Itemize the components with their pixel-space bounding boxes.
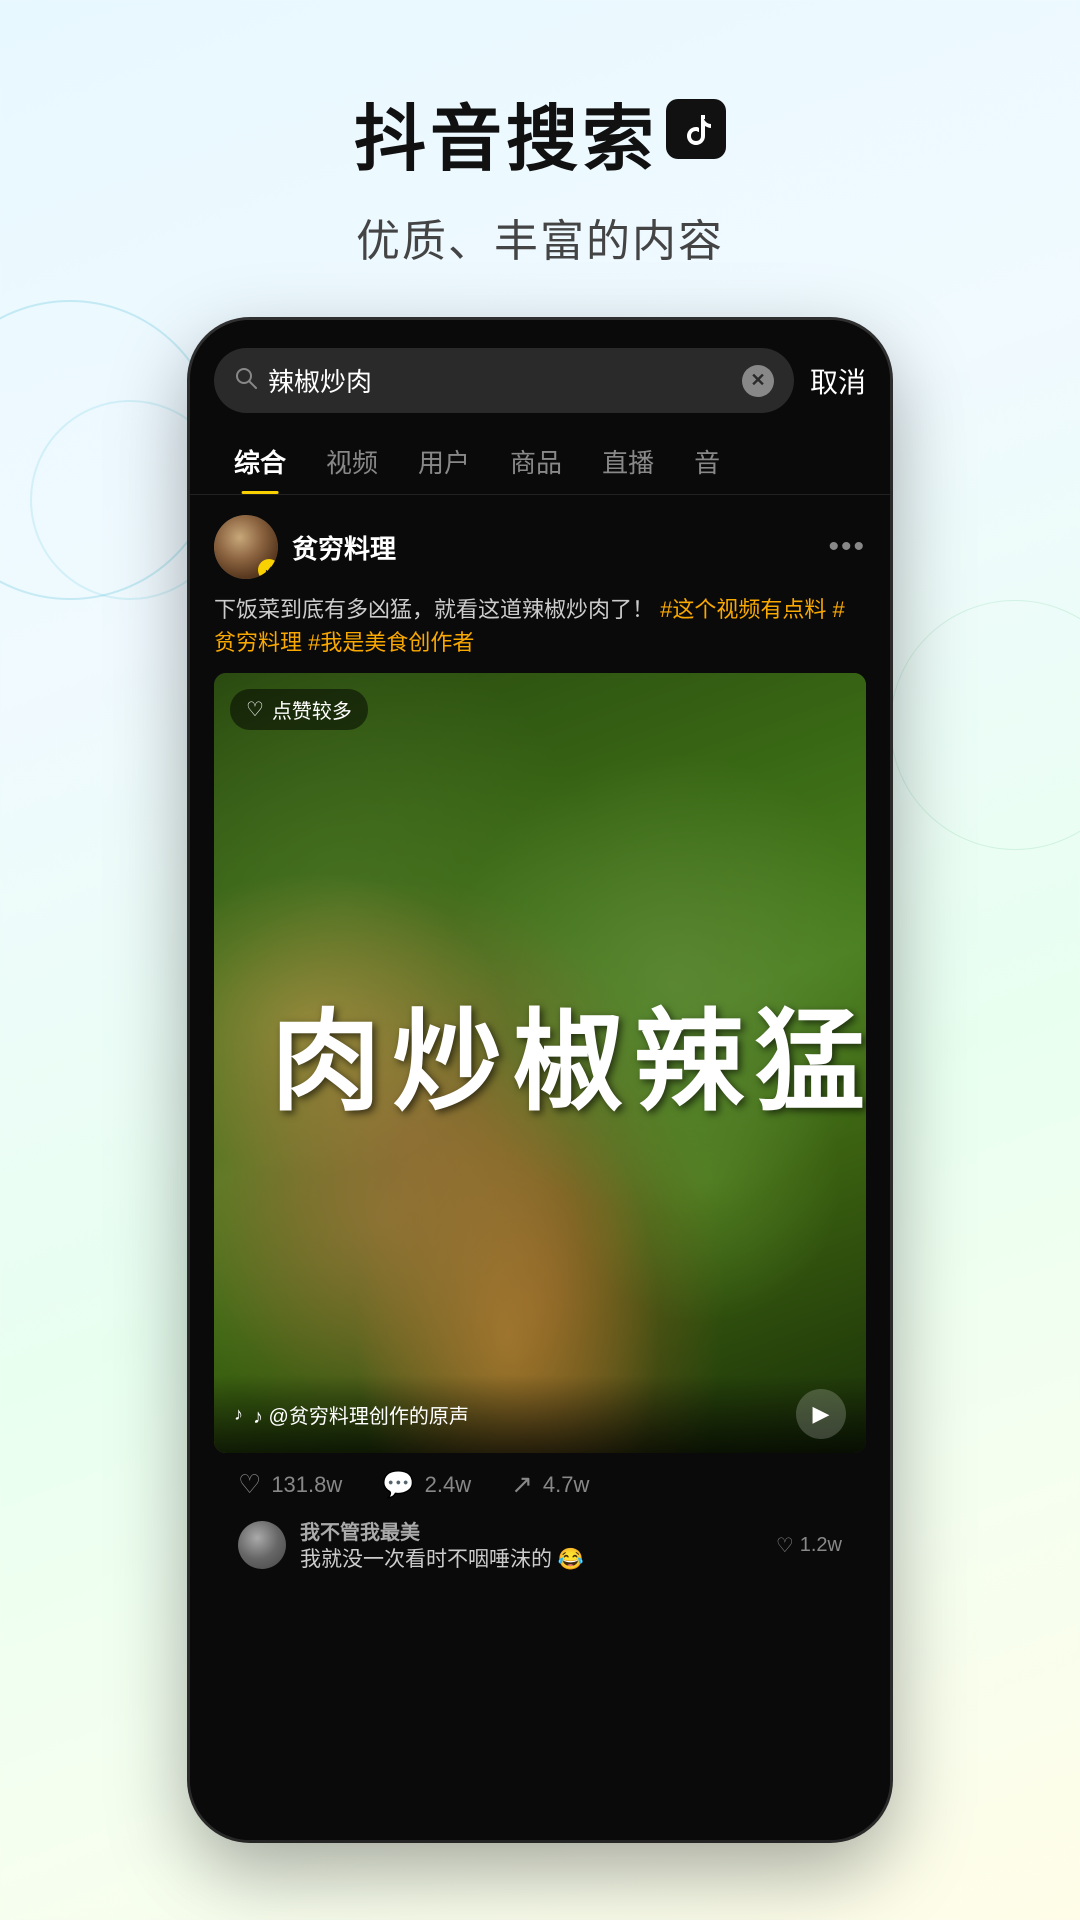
author-info: ✓ 贫穷料理: [214, 515, 396, 579]
comment-icon: 💬: [382, 1469, 414, 1500]
bg-decoration-3: [890, 600, 1080, 850]
audio-label: ♪ @贫穷料理创作的原声: [253, 1400, 469, 1429]
video-title-text: 勇猛辣椒炒肉: [254, 1003, 866, 1123]
comments-stat: 💬 2.4w: [382, 1469, 471, 1500]
phone-mockup: 辣椒炒肉 ✕ 取消 综合 视频 用户 商品 直播 音: [190, 320, 890, 1840]
tab-用户[interactable]: 用户: [398, 429, 490, 494]
video-bottom-bar: ♪ ♪ @贫穷料理创作的原声 ▶: [214, 1375, 866, 1453]
like-icon: ♡: [238, 1469, 261, 1500]
comment-body: 我就没一次看时不咽唾沫的 😂: [300, 1545, 762, 1574]
author-avatar: ✓: [214, 515, 278, 579]
cancel-button[interactable]: 取消: [810, 361, 866, 401]
comment-content: 我不管我最美 我就没一次看时不咽唾沫的 😂: [300, 1516, 762, 1574]
comments-count: 2.4w: [425, 1472, 471, 1498]
post-header: ✓ 贫穷料理 •••: [214, 515, 866, 579]
search-icon: [234, 366, 258, 396]
search-input-box[interactable]: 辣椒炒肉 ✕: [214, 348, 794, 413]
post-card: ✓ 贫穷料理 ••• 下饭菜到底有多凶猛，就看这道辣椒炒肉了！ #这个视频有点料…: [190, 495, 890, 1588]
commenter-name: 我不管我最美: [300, 1516, 762, 1545]
play-button[interactable]: ▶: [796, 1389, 846, 1439]
tab-直播[interactable]: 直播: [582, 429, 674, 494]
tiktok-logo-icon: [666, 99, 726, 159]
more-options-icon[interactable]: •••: [828, 530, 866, 564]
tab-视频[interactable]: 视频: [306, 429, 398, 494]
tabs-bar: 综合 视频 用户 商品 直播 音: [190, 429, 890, 495]
comment-heart-icon: ♡: [776, 1533, 794, 1558]
author-name: 贫穷料理: [292, 529, 396, 566]
shares-stat: ↗ 4.7w: [511, 1469, 589, 1500]
likes-count: 131.8w: [271, 1472, 342, 1498]
engagement-stats: ♡ 131.8w 💬 2.4w ↗ 4.7w: [214, 1453, 866, 1516]
page-subtitle: 优质、丰富的内容: [0, 205, 1080, 269]
share-icon: ↗: [511, 1469, 533, 1500]
post-description: 下饭菜到底有多凶猛，就看这道辣椒炒肉了！ #这个视频有点料 #贫穷料理 #我是美…: [214, 593, 866, 659]
commenter-avatar: [238, 1521, 286, 1569]
video-overlay: 勇猛辣椒炒肉: [214, 673, 866, 1453]
audio-info: ♪ ♪ @贫穷料理创作的原声: [234, 1400, 469, 1429]
verified-badge: ✓: [258, 559, 278, 579]
comment-preview: 我不管我最美 我就没一次看时不咽唾沫的 😂 ♡ 1.2w: [214, 1516, 866, 1588]
app-title: 抖音搜索: [0, 80, 1080, 185]
page-header: 抖音搜索 优质、丰富的内容: [0, 0, 1080, 309]
content-area: ✓ 贫穷料理 ••• 下饭菜到底有多凶猛，就看这道辣椒炒肉了！ #这个视频有点料…: [190, 495, 890, 1840]
clear-search-icon[interactable]: ✕: [742, 365, 774, 397]
search-bar-container: 辣椒炒肉 ✕ 取消: [190, 320, 890, 429]
title-text: 抖音搜索: [354, 80, 658, 185]
search-query: 辣椒炒肉: [268, 362, 732, 399]
tab-音[interactable]: 音: [674, 429, 740, 494]
tiktok-audio-icon: ♪: [234, 1404, 243, 1425]
tab-商品[interactable]: 商品: [490, 429, 582, 494]
tab-综合[interactable]: 综合: [214, 429, 306, 494]
comment-likes: ♡ 1.2w: [776, 1533, 842, 1558]
video-thumbnail[interactable]: ♡ 点赞较多 勇猛辣椒炒肉 ♪ ♪ @贫穷料理创作的原声 ▶: [214, 673, 866, 1453]
shares-count: 4.7w: [543, 1472, 589, 1498]
likes-stat: ♡ 131.8w: [238, 1469, 342, 1500]
phone-screen: 辣椒炒肉 ✕ 取消 综合 视频 用户 商品 直播 音: [190, 320, 890, 1840]
comment-likes-count: 1.2w: [800, 1534, 842, 1557]
